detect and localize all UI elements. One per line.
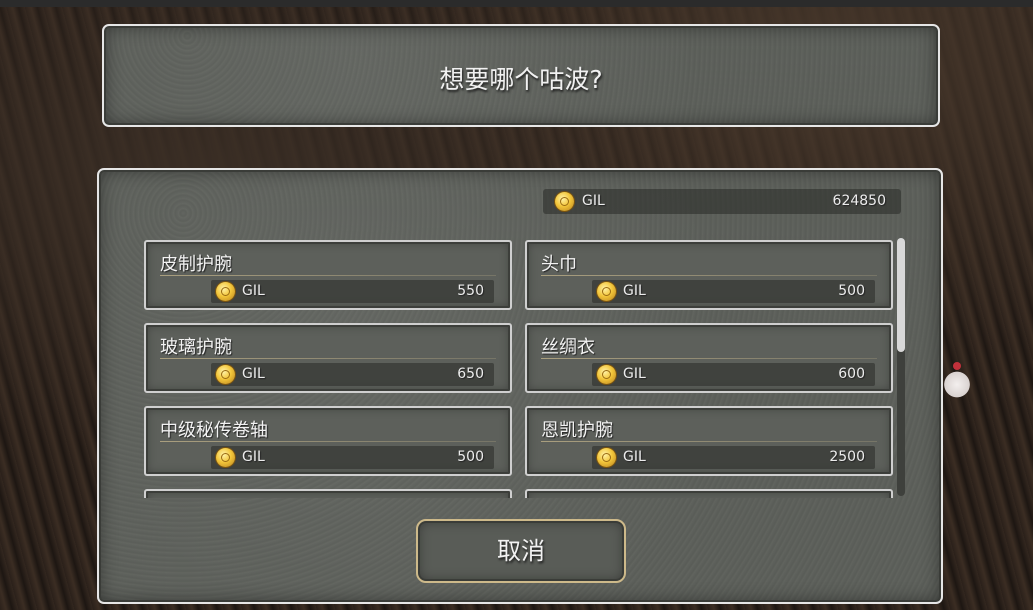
item-name: 丝绸衣 bbox=[541, 337, 595, 358]
moogle-icon bbox=[944, 368, 970, 398]
item-card[interactable]: 皮制护腕 GIL 550 bbox=[144, 240, 512, 310]
item-name: 中级秘传卷轴 bbox=[160, 420, 268, 441]
item-price: 650 bbox=[457, 366, 484, 382]
prompt-panel: 想要哪个咕波? bbox=[102, 24, 940, 127]
divider bbox=[541, 275, 877, 276]
wallet-currency: GIL bbox=[582, 193, 605, 209]
divider bbox=[541, 441, 877, 442]
item-list[interactable]: 皮制护腕 GIL 550 头巾 GIL 500 玻璃护腕 GIL 650 丝绸衣… bbox=[143, 238, 903, 498]
item-card[interactable] bbox=[144, 489, 512, 498]
item-card[interactable]: 玻璃护腕 GIL 650 bbox=[144, 323, 512, 393]
divider bbox=[160, 275, 496, 276]
item-price: 2500 bbox=[829, 449, 865, 465]
gil-coin-icon bbox=[597, 448, 616, 467]
item-price: 600 bbox=[838, 366, 865, 382]
item-price: 500 bbox=[838, 283, 865, 299]
divider bbox=[160, 441, 496, 442]
moogle-pom-icon bbox=[953, 362, 961, 370]
divider bbox=[541, 358, 877, 359]
divider bbox=[160, 358, 496, 359]
item-card[interactable]: 丝绸衣 GIL 600 bbox=[525, 323, 893, 393]
gil-coin-icon bbox=[216, 282, 235, 301]
item-name: 头巾 bbox=[541, 254, 577, 275]
gil-coin-icon bbox=[216, 448, 235, 467]
item-card[interactable]: 头巾 GIL 500 bbox=[525, 240, 893, 310]
item-name: 恩凯护腕 bbox=[541, 420, 613, 441]
prompt-title: 想要哪个咕波? bbox=[439, 65, 603, 94]
item-currency: GIL bbox=[242, 366, 265, 382]
item-currency: GIL bbox=[242, 283, 265, 299]
top-bar bbox=[0, 0, 1033, 7]
item-name: 皮制护腕 bbox=[160, 254, 232, 275]
item-name: 玻璃护腕 bbox=[160, 337, 232, 358]
item-price: 550 bbox=[457, 283, 484, 299]
gil-coin-icon bbox=[216, 365, 235, 384]
item-currency: GIL bbox=[242, 449, 265, 465]
item-card[interactable]: 恩凯护腕 GIL 2500 bbox=[525, 406, 893, 476]
gil-coin-icon bbox=[555, 192, 574, 211]
item-currency: GIL bbox=[623, 366, 646, 382]
gil-coin-icon bbox=[597, 282, 616, 301]
item-currency: GIL bbox=[623, 449, 646, 465]
item-card[interactable]: 中级秘传卷轴 GIL 500 bbox=[144, 406, 512, 476]
item-card[interactable] bbox=[525, 489, 893, 498]
item-price: 500 bbox=[457, 449, 484, 465]
scrollbar-thumb[interactable] bbox=[897, 238, 905, 352]
wallet-amount: 624850 bbox=[832, 193, 886, 209]
cancel-button[interactable]: 取消 bbox=[416, 519, 626, 583]
item-currency: GIL bbox=[623, 283, 646, 299]
gil-coin-icon bbox=[597, 365, 616, 384]
